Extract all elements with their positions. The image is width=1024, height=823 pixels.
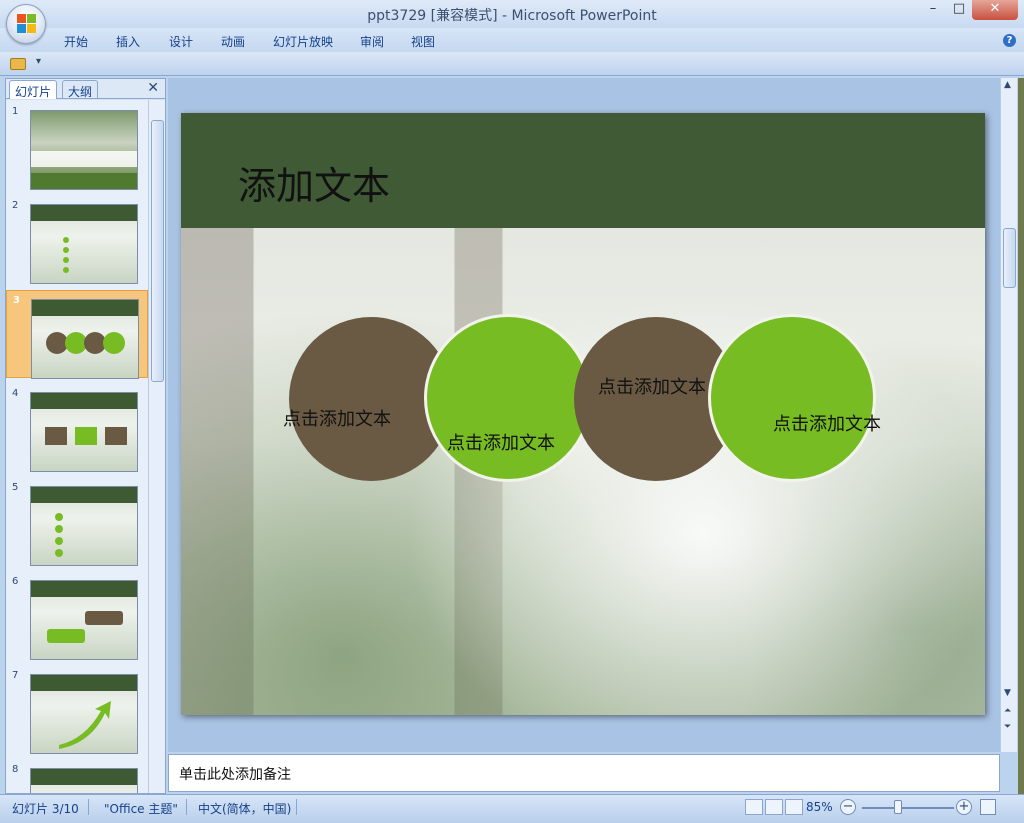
zoom-in-icon[interactable]: + — [956, 799, 972, 815]
circle-label-2[interactable]: 点击添加文本 — [447, 429, 555, 455]
circle-label-4[interactable]: 点击添加文本 — [773, 410, 881, 436]
zoom-out-icon[interactable]: − — [840, 799, 856, 815]
office-button[interactable] — [6, 4, 46, 44]
language-indicator[interactable]: 中文(简体，中国) — [198, 800, 291, 817]
tab-insert[interactable]: 插入 — [116, 33, 140, 50]
notes-pane[interactable]: 单击此处添加备注 — [168, 754, 1000, 792]
help-icon[interactable]: ? — [1003, 34, 1016, 47]
zoom-slider-knob[interactable] — [894, 800, 902, 814]
zoom-level[interactable]: 85% — [806, 800, 833, 814]
slide-thumbnail-2[interactable]: 2 — [6, 196, 148, 284]
slide-indicator: 幻灯片 3/10 — [12, 802, 79, 816]
circle-shape-4[interactable] — [708, 314, 876, 482]
normal-view-icon[interactable] — [745, 799, 763, 815]
circle-label-3[interactable]: 点击添加文本 — [598, 373, 706, 399]
tab-design[interactable]: 设计 — [169, 33, 193, 50]
slide-preview — [31, 299, 139, 379]
slide-number: 6 — [12, 576, 19, 587]
background-window-edge — [1018, 78, 1024, 794]
slides-pane: 幻灯片 大纲 ✕ 1 2 3 4 5 6 7 8 — [5, 78, 166, 794]
tab-animations[interactable]: 动画 — [221, 33, 245, 50]
thumbnail-list: 1 2 3 4 5 6 7 8 — [6, 100, 148, 793]
current-slide[interactable]: 添加文本 点击添加文本 点击添加文本 点击添加文本 点击添加文本 — [181, 113, 985, 715]
notes-placeholder[interactable]: 单击此处添加备注 — [179, 764, 291, 784]
qat-customize-icon[interactable]: ▾ — [36, 56, 41, 67]
scrollbar-thumb[interactable] — [1003, 228, 1016, 288]
slide-editor: 添加文本 点击添加文本 点击添加文本 点击添加文本 点击添加文本 — [168, 78, 1000, 752]
circle-shape-2[interactable] — [424, 314, 592, 482]
slide-thumbnail-4[interactable]: 4 — [6, 384, 148, 472]
slide-preview — [30, 392, 138, 472]
slide-thumbnail-3[interactable]: 3 — [6, 290, 148, 379]
slide-thumbnail-7[interactable]: 7 — [6, 666, 148, 754]
slide-number: 3 — [13, 295, 20, 306]
close-button[interactable]: ✕ — [972, 0, 1018, 20]
tab-review[interactable]: 审阅 — [360, 33, 384, 50]
fit-to-window-icon[interactable] — [980, 799, 996, 815]
quick-access-toolbar: ▾ — [0, 52, 1024, 76]
tab-slideshow[interactable]: 幻灯片放映 — [273, 33, 333, 50]
open-folder-icon[interactable] — [10, 58, 26, 70]
slide-header-band: 添加文本 — [181, 113, 985, 228]
tab-view[interactable]: 视图 — [411, 33, 435, 50]
slide-number: 2 — [12, 200, 19, 211]
zoom-slider-track[interactable] — [862, 807, 954, 809]
theme-name[interactable]: "Office 主题" — [104, 800, 178, 817]
slide-preview — [30, 110, 138, 190]
next-slide-icon[interactable]: ⏷ — [1004, 722, 1011, 732]
slideshow-view-icon[interactable] — [785, 799, 803, 815]
separator — [296, 799, 297, 815]
status-bar: 幻灯片 3/10 "Office 主题" 中文(简体，中国) 85% − + — [0, 794, 1024, 823]
editor-scrollbar[interactable]: ▲ ▼ ⏶ ⏷ — [1000, 78, 1017, 752]
pane-close-icon[interactable]: ✕ — [147, 80, 159, 96]
title-bar: ppt3729 [兼容模式] - Microsoft PowerPoint – … — [0, 0, 1024, 28]
slide-preview — [30, 580, 138, 660]
slide-title[interactable]: 添加文本 — [238, 155, 390, 210]
slide-thumbnail-1[interactable]: 1 — [6, 102, 148, 190]
separator — [186, 799, 187, 815]
maximize-button[interactable]: □ — [946, 0, 972, 20]
slide-sorter-view-icon[interactable] — [765, 799, 783, 815]
office-logo-icon — [17, 14, 37, 34]
previous-slide-icon[interactable]: ⏶ — [1004, 706, 1011, 716]
circle-label-1[interactable]: 点击添加文本 — [283, 405, 391, 431]
slide-number: 5 — [12, 482, 19, 493]
minimize-button[interactable]: – — [920, 0, 946, 20]
tab-home[interactable]: 开始 — [64, 33, 88, 50]
slide-preview — [30, 674, 138, 754]
slide-number: 8 — [12, 764, 19, 775]
window-controls: – □ ✕ — [920, 0, 1018, 20]
thumbnail-scrollbar[interactable] — [148, 100, 165, 793]
ribbon-tabs: 开始 插入 设计 动画 幻灯片放映 审阅 视图 ? — [0, 28, 1024, 52]
slide-number: 4 — [12, 388, 19, 399]
scroll-up-icon[interactable]: ▲ — [1004, 80, 1011, 90]
slide-thumbnail-8[interactable]: 8 — [6, 760, 148, 793]
slide-preview — [30, 204, 138, 284]
pane-tabs: 幻灯片 大纲 ✕ — [6, 79, 165, 99]
slide-number: 1 — [12, 106, 19, 117]
window-title: ppt3729 [兼容模式] - Microsoft PowerPoint — [367, 8, 657, 24]
separator — [88, 799, 89, 815]
scrollbar-thumb[interactable] — [151, 120, 164, 382]
scroll-down-icon[interactable]: ▼ — [1004, 688, 1011, 698]
tab-slides[interactable]: 幻灯片 — [9, 80, 58, 99]
slide-number: 7 — [12, 670, 19, 681]
tab-outline[interactable]: 大纲 — [62, 80, 99, 99]
slide-thumbnail-6[interactable]: 6 — [6, 572, 148, 660]
slide-preview — [30, 768, 138, 793]
slide-preview — [30, 486, 138, 566]
slide-thumbnail-5[interactable]: 5 — [6, 478, 148, 566]
